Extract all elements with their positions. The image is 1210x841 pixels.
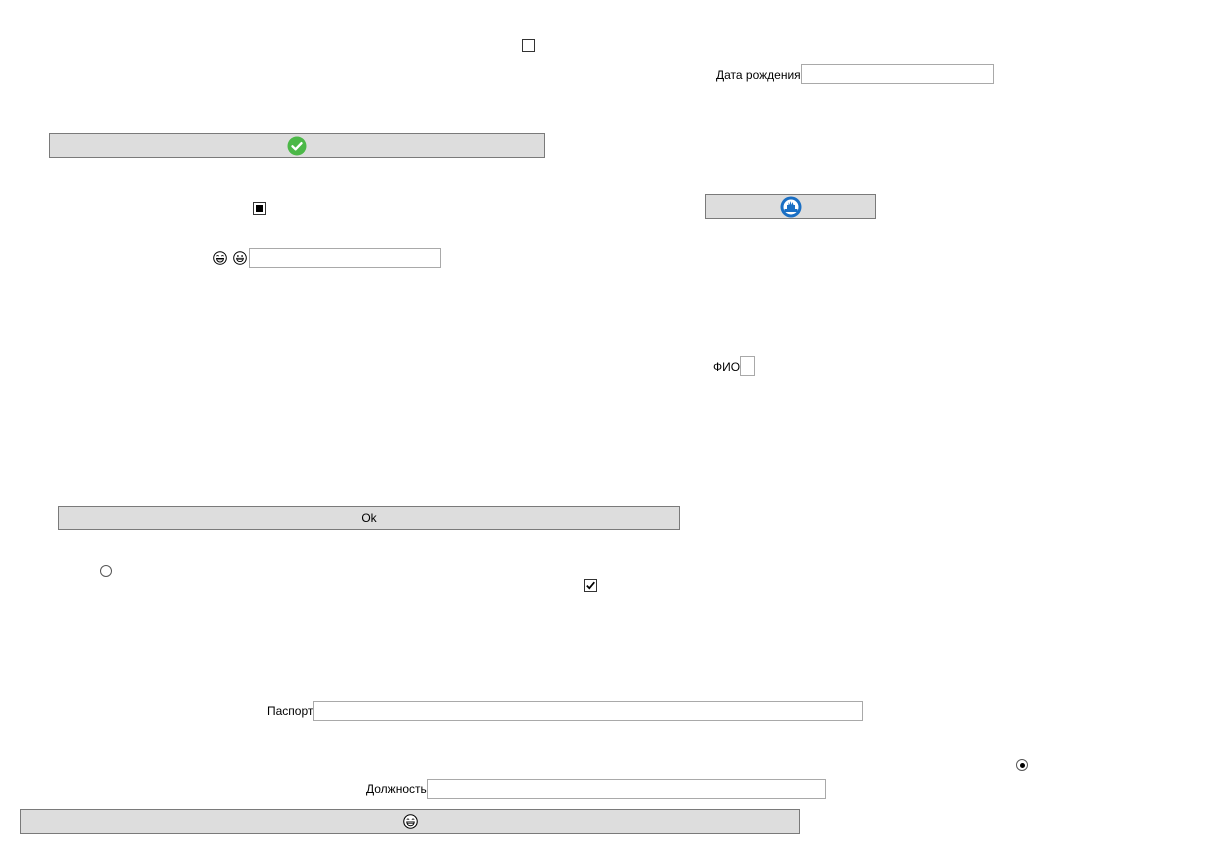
check-circle-icon xyxy=(287,136,307,155)
birth-date-input[interactable] xyxy=(801,64,994,84)
check-mark-icon xyxy=(586,581,595,590)
blue-icon-button[interactable] xyxy=(705,194,876,219)
passport-input[interactable] xyxy=(313,701,863,721)
check-button[interactable] xyxy=(49,133,545,158)
indeterminate-mark xyxy=(256,205,263,212)
full-name-label: ФИО xyxy=(713,360,741,374)
top-checkbox[interactable] xyxy=(522,39,535,52)
blue-round-icon xyxy=(780,196,801,217)
position-input[interactable] xyxy=(427,779,826,799)
emoji-input[interactable] xyxy=(249,248,441,268)
full-name-input[interactable] xyxy=(740,356,755,376)
middle-checkbox[interactable] xyxy=(253,202,266,215)
passport-label: Паспорт xyxy=(267,704,314,718)
position-label: Должность xyxy=(366,782,427,796)
emoji-button[interactable] xyxy=(20,809,800,834)
lower-checkbox[interactable] xyxy=(584,579,597,592)
ok-button[interactable]: Ok xyxy=(58,506,680,530)
right-radio[interactable] xyxy=(1016,759,1028,771)
left-radio[interactable] xyxy=(100,565,112,577)
laughing-face-icon xyxy=(213,251,227,265)
grinning-face-icon xyxy=(233,251,247,265)
laughing-face-icon xyxy=(402,814,418,829)
birth-date-label: Дата рождения xyxy=(716,68,801,82)
radio-dot xyxy=(1019,762,1025,768)
